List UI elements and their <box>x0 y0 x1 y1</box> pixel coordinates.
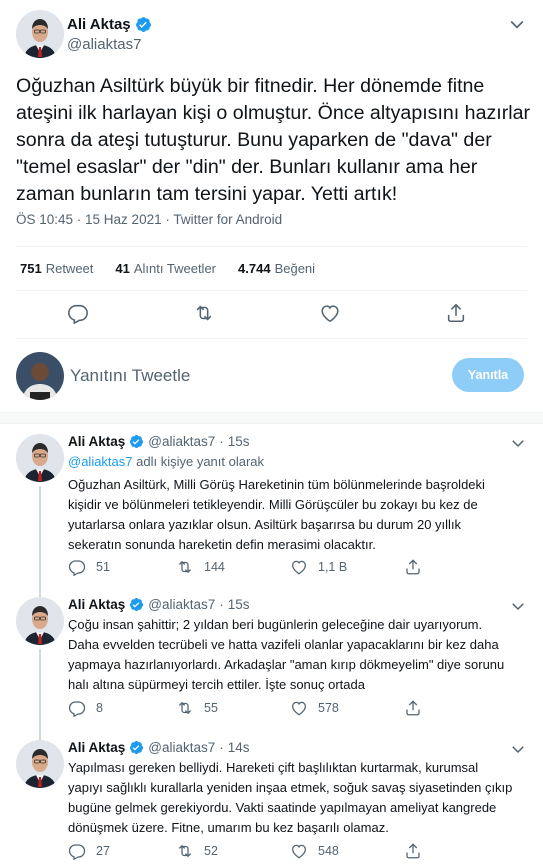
reply-actions: 51 144 1,1 B <box>68 558 468 578</box>
avatar[interactable] <box>16 597 64 645</box>
verified-badge-icon <box>129 597 144 612</box>
reply-icon[interactable] <box>67 302 89 324</box>
likes-stat[interactable]: 4.744 Beğeni <box>238 261 315 276</box>
like-icon <box>290 558 308 576</box>
like-icon[interactable] <box>319 302 341 324</box>
quotes-stat[interactable]: 41 Alıntı Tweetler <box>115 261 216 276</box>
tweet-time[interactable]: 15s <box>228 434 250 449</box>
verified-badge-icon <box>129 740 144 755</box>
author-name[interactable]: Ali Aktaş <box>67 16 131 33</box>
share-icon <box>404 842 422 860</box>
replying-to: @aliaktas7 adlı kişiye yanıt olarak <box>68 454 265 469</box>
retweets-stat[interactable]: 751 Retweet <box>20 261 93 276</box>
tweet-time[interactable]: 15s <box>228 597 250 612</box>
author-name[interactable]: Ali Aktaş <box>68 597 125 612</box>
tweet-timestamp[interactable]: ÖS 10:45 · 15 Haz 2021 · Twitter for And… <box>16 212 282 227</box>
retweet-count[interactable]: 55 <box>176 699 218 717</box>
retweet-icon <box>176 842 194 860</box>
reply-tweet[interactable]: Ali Aktaş @aliaktas7 · 15s @aliaktas7 ad… <box>0 434 543 584</box>
main-tweet-text: Oğuzhan Asiltürk büyük bir fitnedir. Her… <box>16 75 531 205</box>
reply-icon <box>68 558 86 576</box>
reply-header: Ali Aktaş @aliaktas7 · 15s <box>68 597 250 612</box>
like-count[interactable]: 578 <box>290 699 339 717</box>
reply-actions: 8 55 578 <box>68 699 468 719</box>
retweet-icon <box>176 558 194 576</box>
thread-line <box>39 486 41 584</box>
reply-icon <box>68 842 86 860</box>
replying-to-link[interactable]: @aliaktas7 <box>68 454 133 469</box>
avatar[interactable] <box>16 434 64 482</box>
reply-actions: 27 52 548 <box>68 842 468 862</box>
tweet-time[interactable]: 14s <box>228 740 250 755</box>
author-handle[interactable]: @aliaktas7 <box>67 36 141 53</box>
like-count[interactable]: 548 <box>290 842 339 860</box>
main-tweet-actions <box>0 298 543 328</box>
share-button[interactable] <box>404 699 422 717</box>
reply-input[interactable]: Yanıtını Tweetle <box>70 366 190 386</box>
reply-count[interactable]: 8 <box>68 699 103 717</box>
chevron-down-icon[interactable] <box>509 597 527 615</box>
like-icon <box>290 699 308 717</box>
chevron-down-icon[interactable] <box>509 740 527 758</box>
author-name[interactable]: Ali Aktaş <box>68 434 125 449</box>
tweet-stats: 751 Retweet 41 Alıntı Tweetler 4.744 Beğeni <box>20 261 315 276</box>
retweet-count[interactable]: 52 <box>176 842 218 860</box>
chevron-down-icon[interactable] <box>509 434 527 452</box>
share-icon <box>404 699 422 717</box>
share-icon <box>404 558 422 576</box>
share-button[interactable] <box>404 842 422 860</box>
share-button[interactable] <box>404 558 422 576</box>
divider <box>16 290 527 291</box>
verified-badge-icon <box>135 16 152 33</box>
retweet-count[interactable]: 144 <box>176 558 225 576</box>
avatar[interactable] <box>16 740 64 788</box>
user-avatar <box>16 352 64 400</box>
share-icon[interactable] <box>445 302 467 324</box>
author-handle[interactable]: @aliaktas7 <box>148 597 215 612</box>
author-handle[interactable]: @aliaktas7 <box>148 434 215 449</box>
reply-header: Ali Aktaş @aliaktas7 · 15s <box>68 434 250 449</box>
reply-header: Ali Aktaş @aliaktas7 · 14s <box>68 740 250 755</box>
author-handle[interactable]: @aliaktas7 <box>148 740 215 755</box>
reply-button[interactable]: Yanıtla <box>452 358 524 392</box>
divider <box>16 246 527 247</box>
like-count[interactable]: 1,1 B <box>290 558 347 576</box>
reply-icon <box>68 699 86 717</box>
section-separator <box>0 412 543 424</box>
thread-line <box>39 584 41 597</box>
author-name[interactable]: Ali Aktaş <box>68 740 125 755</box>
reply-tweet[interactable]: Ali Aktaş @aliaktas7 · 14s Yapılması ger… <box>0 734 543 868</box>
verified-badge-icon <box>129 434 144 449</box>
reply-text: Yapılması gereken belliydi. Hareketi çif… <box>68 760 513 835</box>
main-tweet-header: Ali Aktaş @aliaktas7 <box>16 10 527 66</box>
reply-tweet[interactable]: Ali Aktaş @aliaktas7 · 15s Çoğu insan şa… <box>0 584 543 743</box>
reply-text: Çoğu insan şahittir; 2 yıldan beri bugün… <box>68 617 505 692</box>
author-name-row[interactable]: Ali Aktaş <box>67 16 152 33</box>
reply-text: Oğuzhan Asiltürk, Milli Görüş Hareketini… <box>68 477 485 552</box>
like-icon <box>290 842 308 860</box>
reply-count[interactable]: 51 <box>68 558 110 576</box>
avatar[interactable] <box>16 10 64 58</box>
chevron-down-icon[interactable] <box>507 14 527 34</box>
thread-line <box>39 649 41 743</box>
reply-count[interactable]: 27 <box>68 842 110 860</box>
retweet-icon[interactable] <box>193 302 215 324</box>
retweet-icon <box>176 699 194 717</box>
divider <box>16 338 527 339</box>
reply-composer: Yanıtını Tweetle Yanıtla <box>0 348 543 404</box>
